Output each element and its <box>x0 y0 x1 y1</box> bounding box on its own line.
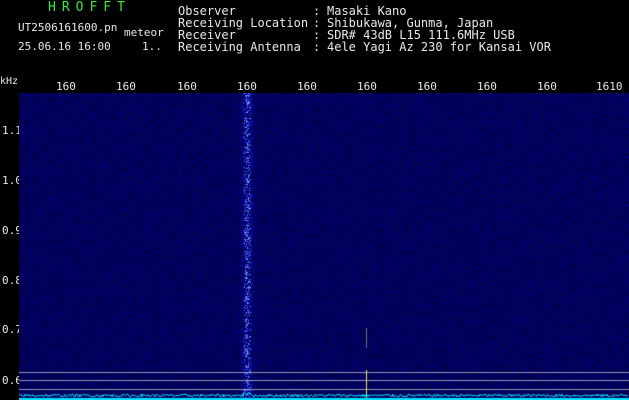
x-tick-label: 160 <box>56 80 76 93</box>
spectrogram-canvas <box>19 93 629 400</box>
x-tick-label: 160 <box>177 80 197 93</box>
x-tick-label: 160 <box>537 80 557 93</box>
datetime-label: 25.06.16 16:00 <box>18 40 111 53</box>
x-tick-label: 160 <box>477 80 497 93</box>
antenna-colon: : <box>313 40 321 54</box>
hrofft-window: HROFFT UT2506161600.pn meteor 25.06.16 1… <box>0 0 629 400</box>
spectrogram-plot[interactable] <box>19 93 629 400</box>
x-tick-label: 160 <box>237 80 257 93</box>
app-title: HROFFT <box>48 0 131 15</box>
file-tag: meteor <box>124 26 164 39</box>
x-tick-label: 160 <box>116 80 136 93</box>
antenna-value: 4ele Yagi Az 230 for Kansai VOR <box>327 40 551 54</box>
extra-label: 1.. <box>142 40 162 53</box>
x-tick-label: 160 <box>297 80 317 93</box>
x-tick-label: 160 <box>417 80 437 93</box>
x-tick-label: 1610 <box>596 80 623 93</box>
file-name: UT2506161600.pn <box>18 21 118 34</box>
antenna-label: Receiving Antenna <box>178 40 301 54</box>
frequency-unit-label: kHz <box>0 76 19 87</box>
x-tick-label: 160 <box>357 80 377 93</box>
